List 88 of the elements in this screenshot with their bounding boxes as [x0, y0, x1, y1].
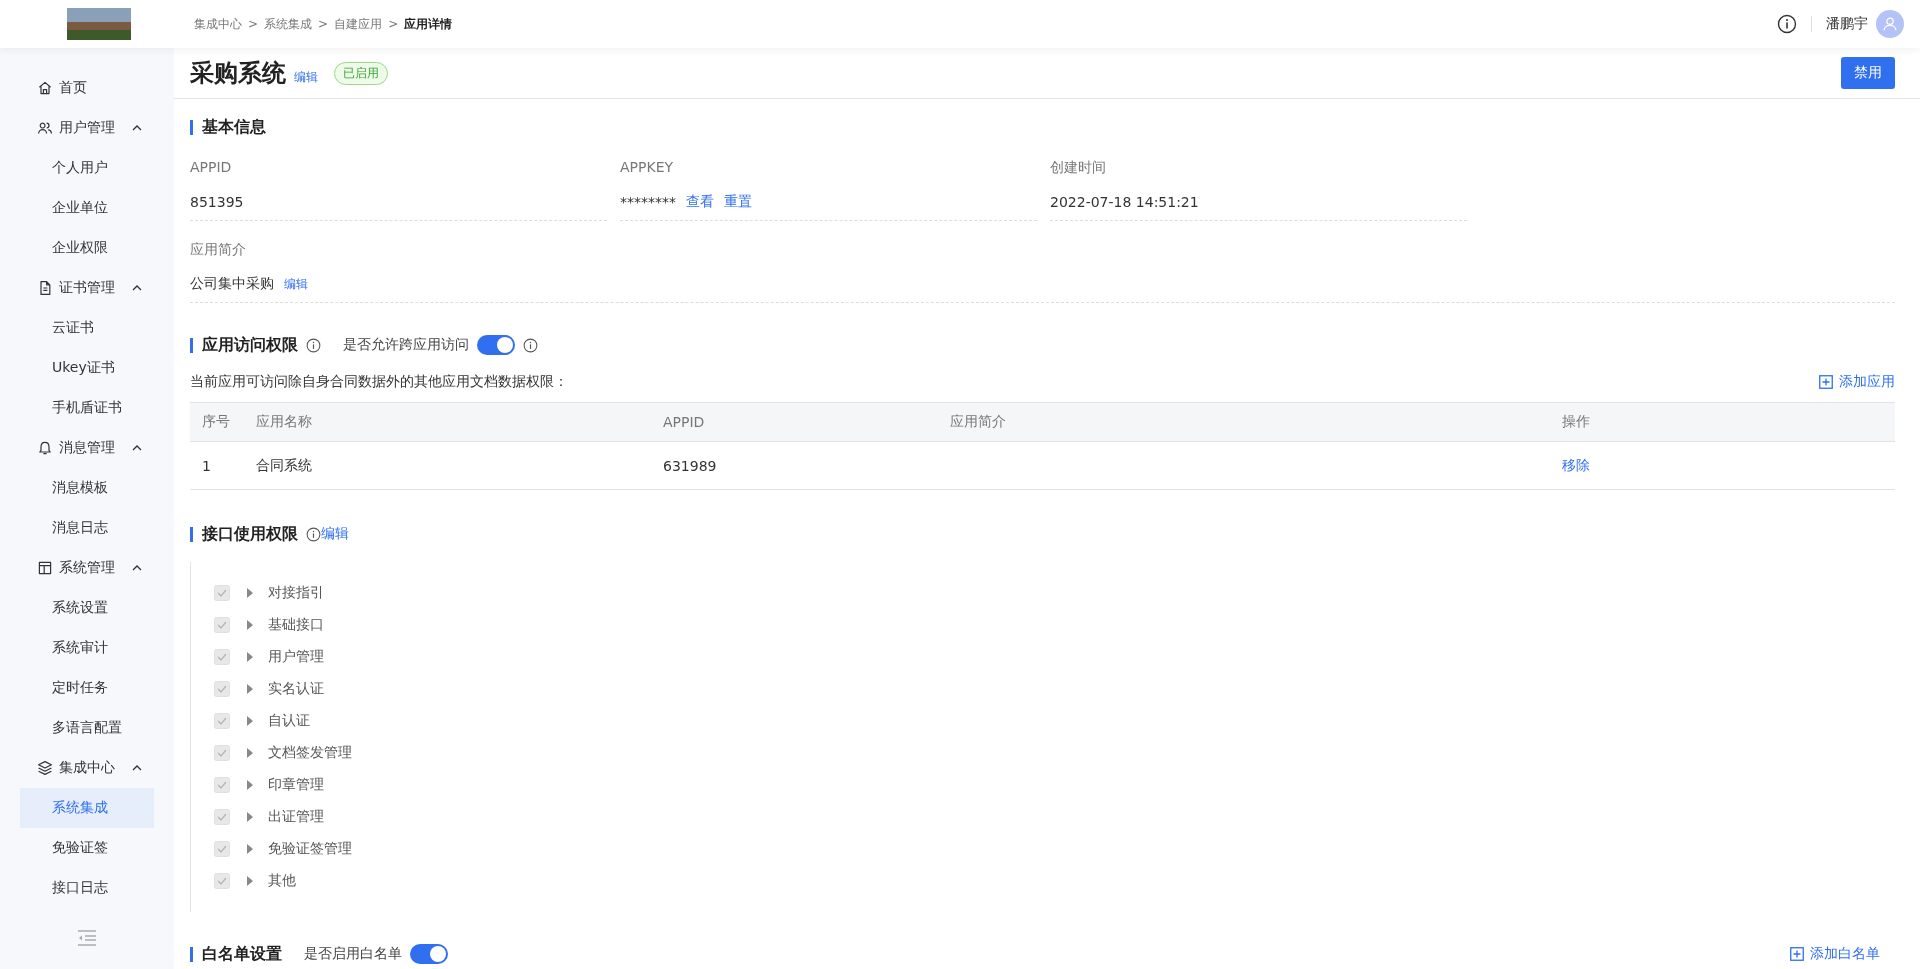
toggle-switch[interactable] [410, 944, 448, 964]
table-cell: 631989 [651, 441, 938, 490]
field-value: ******** [620, 194, 676, 210]
toggle-switch[interactable] [477, 335, 515, 355]
description-text: 当前应用可访问除自身合同数据外的其他应用文档数据权限： [190, 373, 568, 391]
tree-item-label: 免验证签管理 [268, 840, 352, 858]
submenu-item[interactable]: 系统审计 [20, 628, 154, 668]
tree-item-label: 用户管理 [268, 648, 324, 666]
add-whitelist-button[interactable]: 添加白名单 [1790, 945, 1880, 963]
edit-link[interactable]: 编辑 [284, 275, 308, 293]
column-header: 操作 [1550, 402, 1895, 442]
breadcrumb-separator: > [388, 17, 399, 31]
bell-icon [37, 440, 53, 456]
tree-item-label: 实名认证 [268, 680, 324, 698]
disable-button[interactable]: 禁用 [1841, 57, 1895, 89]
menu-item[interactable]: 系统管理 [20, 548, 154, 588]
add-app-button[interactable]: 添加应用 [1819, 373, 1895, 391]
breadcrumb-separator: > [318, 17, 329, 31]
user-name[interactable]: 潘鹏宇 [1826, 15, 1868, 33]
column-header: 应用简介 [938, 402, 1550, 442]
table-cell: 1 [190, 441, 244, 490]
menu-item[interactable]: 集成中心 [20, 748, 154, 788]
submenu-item[interactable]: 系统集成 [20, 788, 154, 828]
tree-item-label: 印章管理 [268, 776, 324, 794]
breadcrumb-item[interactable]: 自建应用 [334, 15, 383, 33]
submenu-item[interactable]: 手机盾证书 [20, 388, 154, 428]
column-header: 序号 [190, 402, 244, 442]
tree-item-label: 自认证 [268, 712, 310, 730]
logo-photo-placeholder [67, 8, 131, 40]
edit-link[interactable]: 编辑 [321, 525, 349, 543]
submenu-item[interactable]: 免验证签 [20, 828, 154, 868]
plus-square-icon [1819, 375, 1833, 389]
tree-item-label: 其他 [268, 872, 296, 890]
document-icon [37, 280, 53, 296]
field-value: 公司集中采购 [190, 275, 274, 293]
menu-item[interactable]: 证书管理 [20, 268, 154, 308]
column-header: 应用名称 [244, 402, 651, 442]
section-title: 白名单设置 [202, 943, 282, 965]
submenu-item[interactable]: 企业权限 [20, 228, 154, 268]
submenu-item[interactable]: 系统设置 [20, 588, 154, 628]
field-label: APPKEY [620, 159, 675, 177]
column-header: APPID [651, 402, 938, 442]
section-title: 接口使用权限 [202, 523, 298, 545]
submenu-item[interactable]: 消息模板 [20, 468, 154, 508]
breadcrumb-separator: > [248, 17, 259, 31]
tree-item-label: 对接指引 [268, 584, 324, 602]
submenu-item[interactable]: 企业单位 [20, 188, 154, 228]
action-link[interactable]: 重置 [724, 193, 752, 211]
page-title: 采购系统 [190, 58, 286, 89]
field-value: 2022-07-18 14:51:21 [1050, 194, 1199, 210]
info-icon[interactable] [306, 526, 321, 542]
remove-link[interactable]: 移除 [1562, 456, 1590, 473]
submenu-item[interactable]: 定时任务 [20, 668, 154, 708]
users-icon [37, 120, 53, 136]
submenu-item[interactable]: Ukey证书 [20, 348, 154, 388]
field-label: 创建时间 [1050, 159, 1107, 177]
toggle-label: 是否启用白名单 [304, 945, 402, 963]
tree-item-label: 文档签发管理 [268, 744, 352, 762]
breadcrumb-item: 应用详情 [404, 15, 453, 33]
section-title: 基本信息 [202, 116, 266, 138]
submenu-item[interactable]: 个人用户 [20, 148, 154, 188]
tree-item-label: 基础接口 [268, 616, 324, 634]
field-label: APPID [190, 159, 233, 177]
menu-item[interactable]: 首页 [20, 68, 154, 108]
submenu-item[interactable]: 多语言配置 [20, 708, 154, 748]
submenu-item[interactable]: 云证书 [20, 308, 154, 348]
info-icon[interactable] [306, 337, 321, 353]
info-icon[interactable] [523, 337, 538, 353]
plus-square-icon [1790, 947, 1804, 961]
menu-item[interactable]: 用户管理 [20, 108, 154, 148]
action-link[interactable]: 查看 [686, 193, 714, 211]
edit-link[interactable]: 编辑 [294, 69, 318, 86]
table-cell: 合同系统 [244, 441, 651, 490]
submenu-item[interactable]: 接口日志 [20, 868, 154, 908]
tree-item-label: 出证管理 [268, 808, 324, 826]
section-title: 应用访问权限 [202, 334, 298, 356]
status-badge: 已启用 [334, 61, 388, 85]
submenu-item[interactable]: 消息日志 [20, 508, 154, 548]
field-label: 应用简介 [190, 241, 247, 259]
home-icon [37, 80, 53, 96]
toggle-label: 是否允许跨应用访问 [343, 336, 469, 354]
field-value: 851395 [190, 194, 244, 210]
breadcrumb-item[interactable]: 集成中心 [194, 15, 242, 33]
layout-icon [37, 560, 53, 576]
layers-icon [37, 760, 53, 776]
menu-item[interactable]: 消息管理 [20, 428, 154, 468]
info-icon[interactable] [1777, 14, 1797, 34]
breadcrumb-item[interactable]: 系统集成 [264, 15, 313, 33]
